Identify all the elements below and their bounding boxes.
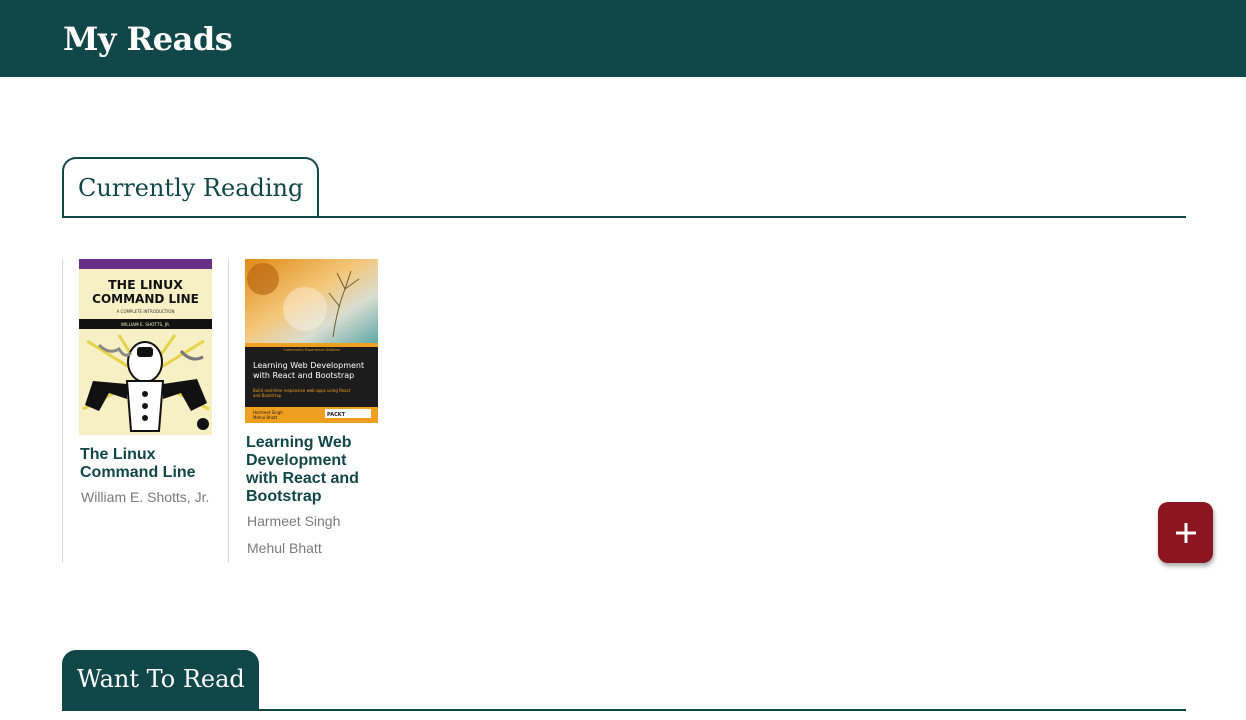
shelf-divider bbox=[62, 709, 1186, 711]
svg-text:A COMPLETE INTRODUCTION: A COMPLETE INTRODUCTION bbox=[117, 309, 175, 314]
book-cover-image: THE LINUX COMMAND LINE A COMPLETE INTROD… bbox=[79, 259, 212, 435]
svg-text:Community Experience Distilled: Community Experience Distilled bbox=[283, 348, 339, 352]
add-book-button[interactable] bbox=[1158, 502, 1213, 563]
book-cover[interactable]: Community Experience Distilled Learning … bbox=[245, 259, 378, 423]
svg-text:with React and Bootstrap: with React and Bootstrap bbox=[253, 371, 354, 380]
svg-text:PACKT: PACKT bbox=[327, 412, 346, 418]
book-cover-image: Community Experience Distilled Learning … bbox=[245, 259, 378, 423]
book-title: The Linux Command Line bbox=[80, 446, 196, 481]
book-author: Mehul Bhatt bbox=[247, 540, 322, 556]
plus-icon bbox=[1175, 522, 1196, 543]
svg-text:Learning Web Development: Learning Web Development bbox=[253, 361, 364, 370]
shelf-title-currently-reading: Currently Reading bbox=[62, 157, 320, 218]
book-title: Learning Web Development with React and … bbox=[246, 434, 359, 505]
book-author: William E. Shotts, Jr. bbox=[81, 489, 210, 505]
app-header: My Reads bbox=[0, 0, 1246, 77]
svg-text:WILLIAM E. SHOTTS, JR.: WILLIAM E. SHOTTS, JR. bbox=[121, 322, 170, 327]
book-author: Harmeet Singh bbox=[247, 513, 341, 529]
book-card[interactable]: THE LINUX COMMAND LINE A COMPLETE INTROD… bbox=[62, 259, 228, 562]
shelf-title-want-to-read: Want To Read bbox=[62, 650, 259, 711]
book-card[interactable]: Community Experience Distilled Learning … bbox=[228, 259, 394, 562]
svg-text:THE LINUX: THE LINUX bbox=[108, 277, 183, 292]
svg-text:COMMAND LINE: COMMAND LINE bbox=[92, 292, 199, 306]
svg-text:Mehul Bhatt: Mehul Bhatt bbox=[253, 415, 278, 420]
shelf-divider bbox=[62, 216, 1186, 218]
app-title: My Reads bbox=[63, 20, 233, 58]
book-cover[interactable]: THE LINUX COMMAND LINE A COMPLETE INTROD… bbox=[79, 259, 212, 435]
svg-text:and Bootstrap: and Bootstrap bbox=[253, 393, 282, 398]
